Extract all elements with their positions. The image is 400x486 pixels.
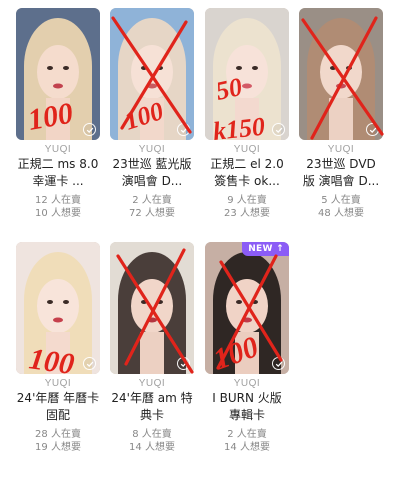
photocard-image[interactable]	[16, 8, 100, 140]
portrait-image	[299, 8, 383, 140]
card-title: 23世巡 DVD 版 演唱會 D...	[302, 157, 380, 188]
photocard-item[interactable]: YUQI 23世巡 藍光版 演唱會 D... 2 人在賣 72 人想要	[110, 8, 194, 220]
wanting-count: 72 人想要	[129, 208, 175, 219]
card-brand: YUQI	[327, 144, 355, 155]
photocard-item[interactable]: NEW ↑ YUQI I BURN 火版 專輯卡 2 人在賣 14 人想要	[205, 242, 289, 454]
photocard-item[interactable]: YUQI 24'年曆 am 特典卡 8 人在賣 14 人想要	[110, 242, 194, 454]
select-check-icon[interactable]	[177, 357, 190, 370]
card-title: 24'年曆 am 特典卡	[111, 391, 193, 422]
selling-count: 2 人在賣	[227, 429, 267, 440]
card-title: 正規二 ms 8.0 幸運卡 ...	[17, 157, 99, 188]
portrait-image	[16, 242, 100, 374]
wanting-count: 14 人想要	[129, 442, 175, 453]
card-brand: YUQI	[138, 378, 166, 389]
wanting-count: 48 人想要	[318, 208, 364, 219]
portrait-image	[16, 8, 100, 140]
photocard-image[interactable]	[299, 8, 383, 140]
selling-count: 9 人在賣	[227, 195, 267, 206]
select-check-icon[interactable]	[177, 123, 190, 136]
wanting-count: 19 人想要	[35, 442, 81, 453]
wanting-count: 23 人想要	[224, 208, 270, 219]
portrait-image	[110, 8, 194, 140]
photocard-item[interactable]: YUQI 正規二 ms 8.0 幸運卡 ... 12 人在賣 10 人想要	[16, 8, 100, 220]
selling-count: 8 人在賣	[132, 429, 172, 440]
card-brand: YUQI	[44, 378, 72, 389]
card-title: 正規二 el 2.0 簽售卡 ok...	[210, 157, 284, 188]
photocard-image[interactable]	[16, 242, 100, 374]
selling-count: 5 人在賣	[321, 195, 361, 206]
portrait-image	[205, 242, 289, 374]
selling-count: 28 人在賣	[35, 429, 81, 440]
wanting-count: 10 人想要	[35, 208, 81, 219]
photocard-image[interactable]	[110, 8, 194, 140]
card-brand: YUQI	[138, 144, 166, 155]
selling-count: 2 人在賣	[132, 195, 172, 206]
card-brand: YUQI	[233, 378, 261, 389]
photocard-image[interactable]: NEW ↑	[205, 242, 289, 374]
wanting-count: 14 人想要	[224, 442, 270, 453]
card-title: I BURN 火版 專輯卡	[212, 391, 282, 422]
card-brand: YUQI	[44, 144, 72, 155]
select-check-icon[interactable]	[83, 357, 96, 370]
photocard-item[interactable]: YUQI 正規二 el 2.0 簽售卡 ok... 9 人在賣 23 人想要	[205, 8, 289, 220]
portrait-image	[110, 242, 194, 374]
photocard-item[interactable]: YUQI 23世巡 DVD 版 演唱會 D... 5 人在賣 48 人想要	[299, 8, 383, 220]
select-check-icon[interactable]	[272, 123, 285, 136]
card-brand: YUQI	[233, 144, 261, 155]
new-badge: NEW ↑	[242, 242, 289, 256]
photocard-item[interactable]: YUQI 24'年曆 年曆卡 固配 28 人在賣 19 人想要	[16, 242, 100, 454]
selling-count: 12 人在賣	[35, 195, 81, 206]
select-check-icon[interactable]	[272, 357, 285, 370]
portrait-image	[205, 8, 289, 140]
card-title: 24'年曆 年曆卡 固配	[16, 391, 100, 422]
select-check-icon[interactable]	[83, 123, 96, 136]
select-check-icon[interactable]	[366, 123, 379, 136]
photocard-image[interactable]	[205, 8, 289, 140]
photocard-image[interactable]	[110, 242, 194, 374]
card-title: 23世巡 藍光版 演唱會 D...	[112, 157, 192, 188]
